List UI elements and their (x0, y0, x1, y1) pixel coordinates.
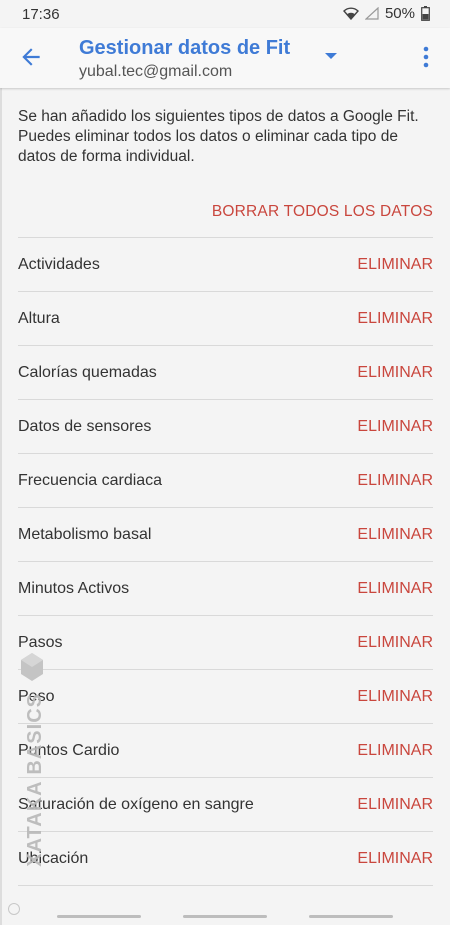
delete-button[interactable]: ELIMINAR (357, 850, 433, 868)
list-item: Actividades ELIMINAR (18, 237, 433, 291)
list-item: Frecuencia cardiaca ELIMINAR (18, 453, 433, 507)
app-bar: Gestionar datos de Fit yubal.tec@gmail.c… (0, 28, 450, 88)
more-vert-icon[interactable] (418, 44, 434, 70)
account-email: yubal.tec@gmail.com (79, 63, 233, 80)
watermark-text: XATAKA BASICS (23, 693, 46, 867)
list-item: Saturación de oxígeno en sangre ELIMINAR (18, 777, 433, 831)
delete-button[interactable]: ELIMINAR (357, 472, 433, 490)
data-type-label: Actividades (18, 255, 100, 273)
data-type-label: Calorías quemadas (18, 363, 157, 381)
list-item: Datos de sensores ELIMINAR (18, 399, 433, 453)
data-type-label: Frecuencia cardiaca (18, 471, 163, 489)
intro-text: Se han añadido los siguientes tipos de d… (18, 108, 419, 165)
delete-button[interactable]: ELIMINAR (357, 526, 433, 544)
list-item: Minutos Activos ELIMINAR (18, 561, 433, 615)
battery-percent: 50% (384, 5, 415, 22)
list-item: Metabolismo basal ELIMINAR (18, 507, 433, 561)
gesture-nav-bar (0, 911, 450, 925)
delete-button[interactable]: ELIMINAR (357, 742, 433, 760)
status-time: 17:36 (22, 6, 60, 23)
data-type-label: Metabolismo basal (18, 525, 152, 543)
delete-button[interactable]: ELIMINAR (357, 634, 433, 652)
data-type-label: Minutos Activos (18, 579, 130, 597)
data-type-label: Altura (18, 309, 60, 327)
delete-button[interactable]: ELIMINAR (357, 580, 433, 598)
wifi-icon (343, 7, 359, 20)
gesture-hint-right[interactable] (309, 915, 393, 918)
gesture-hint-home[interactable] (183, 915, 267, 918)
delete-button[interactable]: ELIMINAR (357, 796, 433, 814)
delete-button[interactable]: ELIMINAR (357, 310, 433, 328)
list-item: Peso ELIMINAR (18, 669, 433, 723)
delete-button[interactable]: ELIMINAR (357, 256, 433, 274)
signal-icon (364, 7, 379, 20)
list-item: Calorías quemadas ELIMINAR (18, 345, 433, 399)
data-type-label: Datos de sensores (18, 417, 152, 435)
delete-button[interactable]: ELIMINAR (357, 688, 433, 706)
data-type-label: Pasos (18, 633, 63, 651)
gesture-hint-left[interactable] (57, 915, 141, 918)
delete-button[interactable]: ELIMINAR (357, 364, 433, 382)
app-bar-titles[interactable]: Gestionar datos de Fit yubal.tec@gmail.c… (79, 36, 290, 82)
list-item: Ubicación ELIMINAR (18, 831, 433, 886)
delete-all-button[interactable]: BORRAR TODOS LOS DATOS (212, 203, 433, 221)
watermark-logo (21, 653, 43, 681)
list-item: Altura ELIMINAR (18, 291, 433, 345)
battery-icon (421, 6, 430, 21)
left-edge (0, 28, 2, 925)
data-type-label: Saturación de oxígeno en sangre (18, 795, 254, 813)
status-bar: 17:36 50% (0, 0, 450, 28)
arrow-back-icon[interactable] (18, 44, 44, 70)
watermark: XATAKA BASICS (20, 652, 50, 902)
list-item: Pasos ELIMINAR (18, 615, 433, 669)
page-title: Gestionar datos de Fit (79, 37, 291, 59)
data-types-list: Actividades ELIMINAR Altura ELIMINAR Cal… (18, 237, 433, 886)
delete-button[interactable]: ELIMINAR (357, 418, 433, 436)
status-icons: 50% (343, 5, 430, 22)
list-item: Puntos Cardio ELIMINAR (18, 723, 433, 777)
triangle-down-icon[interactable] (324, 51, 338, 61)
